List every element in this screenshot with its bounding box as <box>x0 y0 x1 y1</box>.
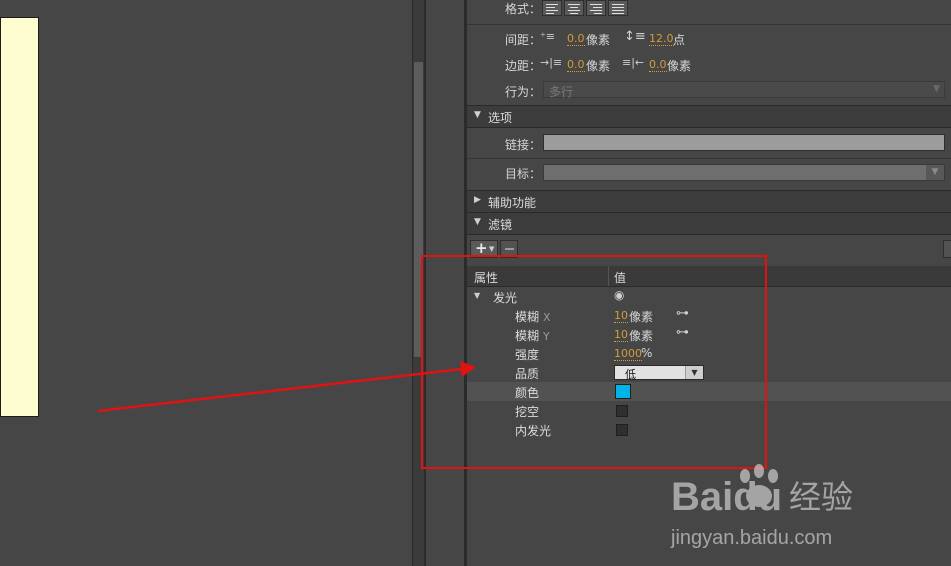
spacing-label: 间距： <box>505 33 542 47</box>
line-spacing-unit: 点 <box>673 33 686 47</box>
baidu-jingyan-watermark: Baidu 经验 jingyan.baidu.com <box>670 464 853 549</box>
link-input[interactable] <box>543 134 945 151</box>
chevron-down-icon: ▼ <box>489 245 495 253</box>
format-row: 格式： <box>467 0 951 22</box>
watermark-product: 经验 <box>789 478 853 516</box>
target-row: 目标： ▼ <box>467 162 951 184</box>
options-section-header[interactable]: ▼ 选项 <box>467 105 951 128</box>
right-margin-unit: 像素 <box>667 59 692 73</box>
collapse-triangle-icon: ▼ <box>474 217 481 227</box>
chevron-down-icon: ▼ <box>926 165 944 180</box>
behavior-row: 行为： 多行 ▼ <box>467 80 951 100</box>
annotation-highlight-box <box>421 255 767 469</box>
filters-header-title: 滤镜 <box>488 218 513 232</box>
filter-presets-button[interactable] <box>943 240 951 258</box>
line-spacing-icon: ↕≡ <box>624 29 646 44</box>
stage-area <box>0 0 412 566</box>
link-row: 链接： <box>467 132 951 154</box>
expand-triangle-icon: ▶ <box>474 195 481 205</box>
filters-section-header[interactable]: ▼ 滤镜 <box>467 212 951 235</box>
options-header-title: 选项 <box>488 111 513 125</box>
align-justify-button[interactable] <box>608 0 628 16</box>
align-center-button[interactable] <box>564 0 584 16</box>
margin-label: 边距： <box>505 59 542 73</box>
indent-value[interactable]: 0.0 <box>567 32 585 46</box>
behavior-label: 行为： <box>505 85 542 99</box>
accessibility-header-title: 辅助功能 <box>488 196 537 210</box>
left-margin-value[interactable]: 0.0 <box>567 58 585 72</box>
watermark-url: jingyan.baidu.com <box>670 527 832 549</box>
right-margin-value[interactable]: 0.0 <box>649 58 667 72</box>
link-label: 链接： <box>505 138 542 152</box>
left-margin-icon: →|≡ <box>540 56 563 69</box>
align-right-button[interactable] <box>586 0 606 16</box>
format-label: 格式： <box>505 2 542 16</box>
collapse-triangle-icon: ▼ <box>474 110 481 120</box>
left-margin-unit: 像素 <box>586 59 611 73</box>
spacing-row: 间距： ⁺≡ 0.0 像素 ↕≡ 12.0 点 <box>467 29 951 49</box>
target-select[interactable]: ▼ <box>543 164 945 181</box>
align-left-button[interactable] <box>542 0 562 16</box>
behavior-value: 多行 <box>549 85 574 99</box>
indent-icon: ⁺≡ <box>540 30 556 43</box>
line-spacing-value[interactable]: 12.0 <box>649 32 674 46</box>
indent-unit: 像素 <box>586 33 611 47</box>
behavior-select[interactable]: 多行 ▼ <box>543 81 945 99</box>
minus-icon <box>505 248 514 250</box>
chevron-down-icon: ▼ <box>933 84 940 94</box>
accessibility-section-header[interactable]: ▶ 辅助功能 <box>467 190 951 213</box>
margin-row: 边距： →|≡ 0.0 像素 ≡|← 0.0 像素 <box>467 55 951 75</box>
target-label: 目标： <box>505 167 542 181</box>
canvas-document[interactable] <box>0 17 39 417</box>
right-margin-icon: ≡|← <box>622 56 645 69</box>
